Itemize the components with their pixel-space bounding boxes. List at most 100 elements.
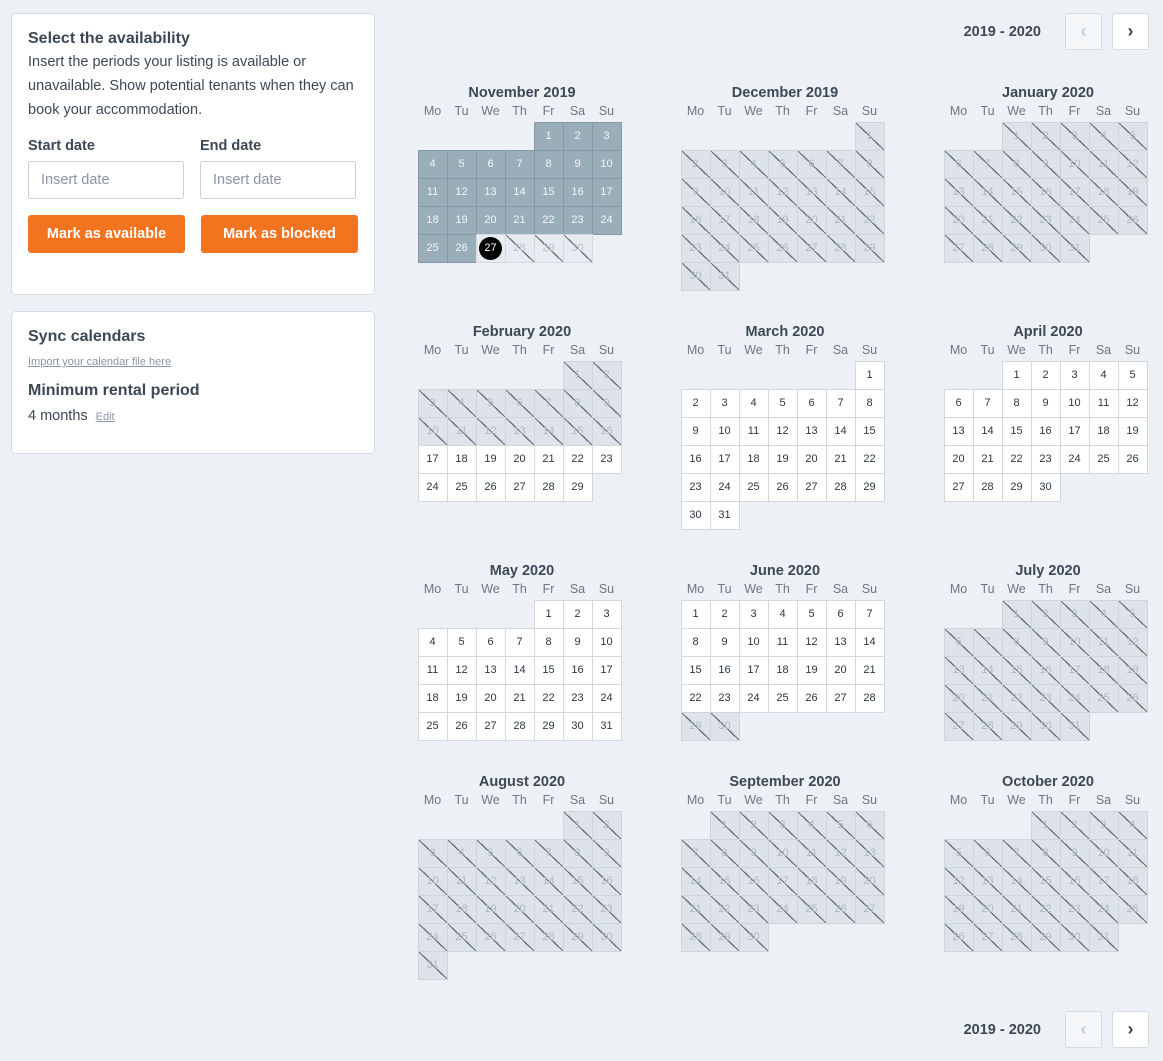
- day-cell[interactable]: 2: [591, 360, 622, 390]
- day-cell[interactable]: 2: [1030, 121, 1061, 151]
- day-cell[interactable]: 25: [796, 894, 827, 924]
- day-cell[interactable]: 8: [680, 627, 711, 657]
- day-cell[interactable]: 27: [943, 472, 974, 502]
- day-cell[interactable]: 9: [738, 838, 769, 868]
- day-cell[interactable]: 19: [1117, 177, 1148, 207]
- day-cell[interactable]: 11: [1088, 149, 1119, 179]
- day-cell[interactable]: 19: [446, 205, 477, 235]
- day-cell[interactable]: 10: [1088, 838, 1119, 868]
- day-cell[interactable]: 17: [1059, 416, 1090, 446]
- day-cell[interactable]: 18: [417, 683, 448, 713]
- day-cell[interactable]: 30: [562, 233, 593, 263]
- day-cell[interactable]: 19: [796, 655, 827, 685]
- day-cell[interactable]: 25: [446, 472, 477, 502]
- day-cell[interactable]: 11: [446, 866, 477, 896]
- day-cell[interactable]: 12: [825, 838, 856, 868]
- day-cell[interactable]: 22: [854, 444, 885, 474]
- day-cell[interactable]: 30: [1059, 922, 1090, 952]
- day-cell[interactable]: 25: [1088, 683, 1119, 713]
- day-cell[interactable]: 19: [767, 205, 798, 235]
- day-cell[interactable]: 9: [680, 177, 711, 207]
- day-cell[interactable]: 20: [475, 205, 506, 235]
- day-cell[interactable]: 6: [972, 838, 1003, 868]
- day-cell[interactable]: 27: [796, 233, 827, 263]
- day-cell[interactable]: 20: [504, 894, 535, 924]
- day-cell[interactable]: 9: [1030, 149, 1061, 179]
- day-cell[interactable]: 13: [972, 866, 1003, 896]
- day-cell[interactable]: 28: [972, 472, 1003, 502]
- day-cell[interactable]: 30: [709, 711, 740, 741]
- day-cell[interactable]: 21: [1001, 894, 1032, 924]
- day-cell[interactable]: 2: [591, 810, 622, 840]
- day-cell[interactable]: 19: [446, 683, 477, 713]
- day-cell[interactable]: 13: [475, 655, 506, 685]
- day-cell[interactable]: 16: [562, 177, 593, 207]
- day-cell[interactable]: 24: [738, 683, 769, 713]
- day-cell[interactable]: 7: [972, 149, 1003, 179]
- day-cell[interactable]: 28: [533, 472, 564, 502]
- day-cell[interactable]: 24: [1059, 205, 1090, 235]
- day-cell[interactable]: 4: [767, 599, 798, 629]
- day-cell[interactable]: 6: [943, 627, 974, 657]
- day-cell[interactable]: 8: [1030, 838, 1061, 868]
- day-cell[interactable]: 6: [796, 149, 827, 179]
- day-cell[interactable]: 27: [504, 472, 535, 502]
- end-date-input[interactable]: [200, 161, 356, 199]
- day-cell[interactable]: 3: [591, 599, 622, 629]
- day-cell[interactable]: 28: [680, 922, 711, 952]
- day-cell[interactable]: 21: [825, 444, 856, 474]
- day-cell[interactable]: 6: [504, 388, 535, 418]
- day-cell[interactable]: 21: [825, 205, 856, 235]
- day-cell[interactable]: 29: [854, 233, 885, 263]
- day-cell[interactable]: 4: [1088, 360, 1119, 390]
- day-cell[interactable]: 18: [417, 205, 448, 235]
- day-cell[interactable]: 16: [738, 866, 769, 896]
- day-cell[interactable]: 23: [680, 233, 711, 263]
- day-cell[interactable]: 26: [767, 233, 798, 263]
- day-cell[interactable]: 22: [1001, 683, 1032, 713]
- day-cell[interactable]: 22: [680, 683, 711, 713]
- day-cell[interactable]: 26: [446, 233, 477, 263]
- day-cell[interactable]: 9: [1030, 627, 1061, 657]
- start-date-input[interactable]: [28, 161, 184, 199]
- day-cell[interactable]: 20: [504, 444, 535, 474]
- day-cell[interactable]: 11: [1088, 388, 1119, 418]
- day-cell[interactable]: 30: [1030, 472, 1061, 502]
- day-cell[interactable]: 25: [417, 711, 448, 741]
- day-cell[interactable]: 15: [562, 416, 593, 446]
- day-cell[interactable]: 20: [972, 894, 1003, 924]
- day-cell[interactable]: 5: [1117, 121, 1148, 151]
- day-cell[interactable]: 9: [1059, 838, 1090, 868]
- day-cell[interactable]: 12: [1117, 149, 1148, 179]
- day-cell[interactable]: 24: [591, 683, 622, 713]
- day-cell[interactable]: 14: [825, 416, 856, 446]
- day-cell[interactable]: 27: [475, 711, 506, 741]
- day-cell[interactable]: 14: [504, 177, 535, 207]
- day-cell[interactable]: 12: [943, 866, 974, 896]
- prev-year-button[interactable]: ‹: [1065, 13, 1102, 50]
- day-cell[interactable]: 18: [446, 444, 477, 474]
- day-cell[interactable]: 12: [767, 177, 798, 207]
- day-cell[interactable]: 29: [533, 233, 564, 263]
- day-cell[interactable]: 3: [767, 810, 798, 840]
- day-cell[interactable]: 25: [417, 233, 448, 263]
- day-cell[interactable]: 5: [943, 838, 974, 868]
- day-cell[interactable]: 29: [680, 711, 711, 741]
- day-cell[interactable]: 17: [738, 655, 769, 685]
- day-cell[interactable]: 15: [1001, 416, 1032, 446]
- day-cell[interactable]: 25: [446, 922, 477, 952]
- day-cell[interactable]: 10: [591, 149, 622, 179]
- day-cell[interactable]: 10: [1059, 627, 1090, 657]
- today-day-cell[interactable]: 27: [475, 233, 506, 263]
- day-cell[interactable]: 25: [1088, 205, 1119, 235]
- day-cell[interactable]: 30: [738, 922, 769, 952]
- day-cell[interactable]: 21: [680, 894, 711, 924]
- day-cell[interactable]: 31: [1059, 233, 1090, 263]
- day-cell[interactable]: 16: [680, 444, 711, 474]
- day-cell[interactable]: 14: [1001, 866, 1032, 896]
- day-cell[interactable]: 25: [1117, 894, 1148, 924]
- day-cell[interactable]: 23: [1030, 444, 1061, 474]
- day-cell[interactable]: 1: [854, 121, 885, 151]
- day-cell[interactable]: 26: [1117, 205, 1148, 235]
- day-cell[interactable]: 5: [825, 810, 856, 840]
